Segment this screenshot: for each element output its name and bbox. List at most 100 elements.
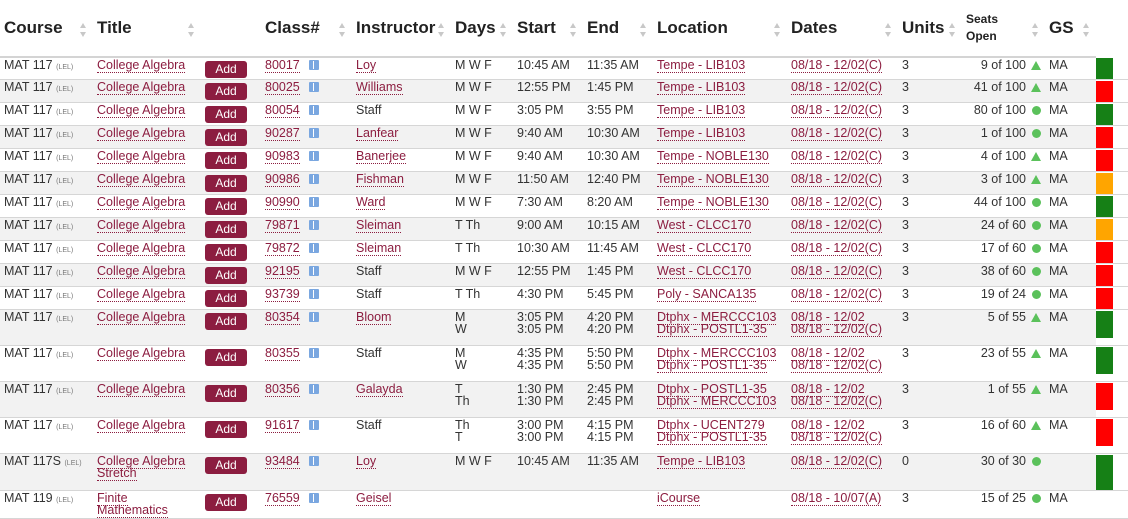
class-number-link[interactable]: 90287 — [265, 126, 300, 141]
book-icon[interactable] — [308, 82, 319, 92]
dates-link[interactable]: 08/18 - 12/02(C) — [791, 264, 898, 279]
add-button[interactable]: Add — [205, 421, 247, 438]
course-title-link[interactable]: Finite Mathematics — [97, 491, 168, 518]
location-link[interactable]: Dtphx - MERCCC103 — [657, 394, 787, 409]
col-header-end[interactable]: End — [583, 0, 653, 58]
class-number-link[interactable]: 90983 — [265, 149, 300, 164]
dates-link[interactable]: 08/18 - 12/02(C) — [791, 103, 898, 118]
dates-link[interactable]: 08/18 - 12/02(C) — [791, 80, 898, 95]
book-icon[interactable] — [308, 348, 319, 358]
dates-link[interactable]: 08/18 - 12/02(C) — [791, 58, 898, 73]
dates-link[interactable]: 08/18 - 12/02(C) — [791, 454, 898, 469]
instructor-name[interactable]: Lanfear — [356, 126, 399, 141]
instructor-name[interactable]: Fishman — [356, 172, 404, 187]
location-link[interactable]: West - CLCC170 — [657, 264, 787, 279]
course-title-link[interactable]: College Algebra — [97, 418, 186, 433]
book-icon[interactable] — [308, 420, 319, 430]
course-title-link[interactable]: College Algebra — [97, 149, 186, 164]
instructor-name[interactable]: Williams — [356, 80, 403, 95]
course-title-link[interactable]: College Algebra — [97, 287, 186, 302]
add-button[interactable]: Add — [205, 457, 247, 474]
instructor-name[interactable]: Sleiman — [356, 218, 402, 233]
add-button[interactable]: Add — [205, 152, 247, 169]
book-icon[interactable] — [308, 243, 319, 253]
book-icon[interactable] — [308, 197, 319, 207]
course-title-link[interactable]: College Algebra — [97, 126, 186, 141]
class-number-link[interactable]: 80017 — [265, 58, 300, 73]
dates-link[interactable]: 08/18 - 12/02(C) — [791, 241, 898, 256]
location-link[interactable]: Poly - SANCA135 — [657, 287, 787, 302]
class-number-link[interactable]: 90990 — [265, 195, 300, 210]
location-link[interactable]: Dtphx - POSTL1-35 — [657, 430, 787, 445]
location-link[interactable]: Tempe - LIB103 — [657, 126, 787, 141]
class-number-link[interactable]: 80054 — [265, 103, 300, 118]
class-number-link[interactable]: 93739 — [265, 287, 300, 302]
col-header-class[interactable]: Class# — [261, 0, 352, 58]
dates-link[interactable]: 08/18 - 12/02(C) — [791, 287, 898, 302]
instructor-name[interactable]: Sleiman — [356, 241, 402, 256]
book-icon[interactable] — [308, 128, 319, 138]
course-title-link[interactable]: College Algebra — [97, 346, 186, 361]
course-title-link[interactable]: College Algebra — [97, 80, 186, 95]
location-link[interactable]: Tempe - NOBLE130 — [657, 149, 787, 164]
dates-link[interactable]: 08/18 - 12/02(C) — [791, 322, 898, 337]
add-button[interactable]: Add — [205, 267, 247, 284]
class-number-link[interactable]: 76559 — [265, 491, 300, 506]
add-button[interactable]: Add — [205, 244, 247, 261]
add-button[interactable]: Add — [205, 61, 247, 78]
class-number-link[interactable]: 93484 — [265, 454, 300, 469]
course-title-link[interactable]: College Algebra — [97, 382, 186, 397]
add-button[interactable]: Add — [205, 129, 247, 146]
col-header-instructor[interactable]: Instructor — [352, 0, 451, 58]
course-title-link[interactable]: College Algebra — [97, 264, 186, 279]
col-header-course[interactable]: Course — [0, 0, 93, 58]
class-number-link[interactable]: 79871 — [265, 218, 300, 233]
instructor-name[interactable]: Loy — [356, 454, 377, 469]
dates-link[interactable]: 08/18 - 12/02(C) — [791, 430, 898, 445]
location-link[interactable]: West - CLCC170 — [657, 241, 787, 256]
col-header-days[interactable]: Days — [451, 0, 513, 58]
location-link[interactable]: Tempe - NOBLE130 — [657, 172, 787, 187]
book-icon[interactable] — [308, 266, 319, 276]
instructor-name[interactable]: Loy — [356, 58, 377, 73]
location-link[interactable]: iCourse — [657, 491, 787, 506]
instructor-name[interactable]: Banerjee — [356, 149, 407, 164]
course-title-link[interactable]: College Algebra — [97, 241, 186, 256]
location-link[interactable]: Tempe - LIB103 — [657, 80, 787, 95]
instructor-name[interactable]: Geisel — [356, 491, 392, 506]
course-title-link[interactable]: College Algebra — [97, 218, 186, 233]
book-icon[interactable] — [308, 60, 319, 70]
class-number-link[interactable]: 80355 — [265, 346, 300, 361]
add-button[interactable]: Add — [205, 313, 247, 330]
add-button[interactable]: Add — [205, 198, 247, 215]
location-link[interactable]: Tempe - LIB103 — [657, 454, 787, 469]
class-number-link[interactable]: 80356 — [265, 382, 300, 397]
course-title-link[interactable]: College Algebra — [97, 310, 186, 325]
col-header-units[interactable]: Units — [898, 0, 962, 58]
course-title-link[interactable]: College Algebra — [97, 103, 186, 118]
location-link[interactable]: Tempe - LIB103 — [657, 103, 787, 118]
book-icon[interactable] — [308, 105, 319, 115]
course-title-link[interactable]: College Algebra — [97, 58, 186, 73]
col-header-start[interactable]: Start — [513, 0, 583, 58]
book-icon[interactable] — [308, 174, 319, 184]
class-number-link[interactable]: 80025 — [265, 80, 300, 95]
add-button[interactable]: Add — [205, 221, 247, 238]
class-number-link[interactable]: 90986 — [265, 172, 300, 187]
class-number-link[interactable]: 79872 — [265, 241, 300, 256]
add-button[interactable]: Add — [205, 290, 247, 307]
course-title-link[interactable]: College Algebra Stretch — [97, 454, 186, 481]
course-title-link[interactable]: College Algebra — [97, 172, 186, 187]
book-icon[interactable] — [308, 151, 319, 161]
instructor-name[interactable]: Galayda — [356, 382, 403, 397]
instructor-name[interactable]: Ward — [356, 195, 386, 210]
book-icon[interactable] — [308, 312, 319, 322]
dates-link[interactable]: 08/18 - 12/02(C) — [791, 358, 898, 373]
add-button[interactable]: Add — [205, 83, 247, 100]
class-number-link[interactable]: 80354 — [265, 310, 300, 325]
location-link[interactable]: Tempe - LIB103 — [657, 58, 787, 73]
course-title-link[interactable]: College Algebra — [97, 195, 186, 210]
col-header-location[interactable]: Location — [653, 0, 787, 58]
instructor-name[interactable]: Bloom — [356, 310, 392, 325]
book-icon[interactable] — [308, 220, 319, 230]
